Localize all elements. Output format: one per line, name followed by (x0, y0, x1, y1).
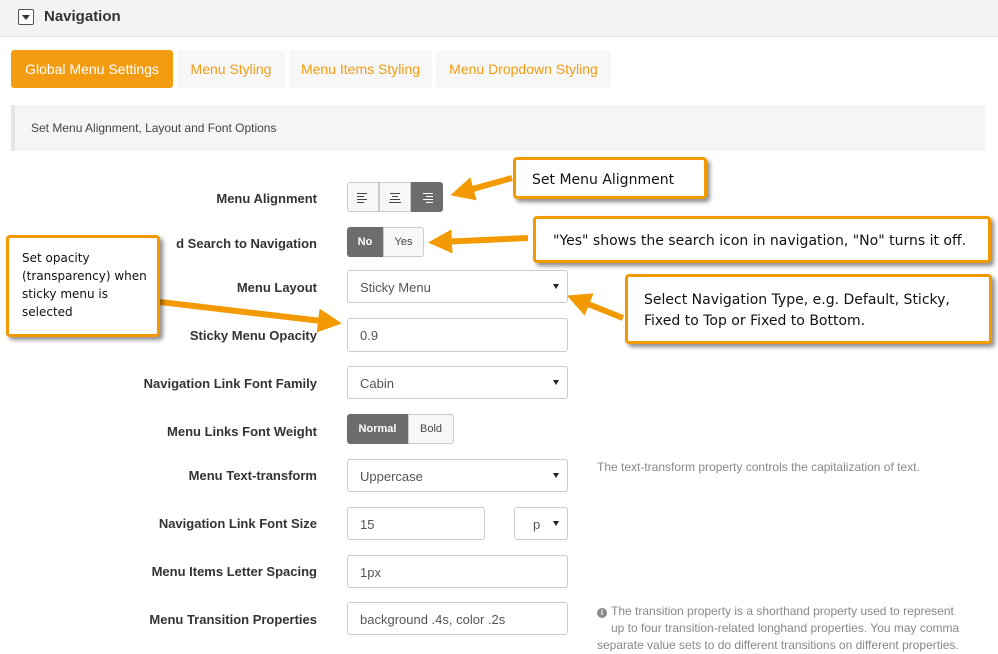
arrow-alignment (450, 175, 513, 201)
callout-alignment: Set Menu Alignment (513, 157, 707, 199)
arrow-search (428, 229, 529, 254)
arrow-opacity (159, 299, 342, 333)
callout-layout: Select Navigation Type, e.g. Default, St… (625, 274, 992, 344)
callout-opacity: Set opacity (transparency) when sticky m… (6, 235, 160, 337)
callout-search: "Yes" shows the search icon in navigatio… (533, 216, 991, 263)
arrow-layout (566, 293, 625, 321)
